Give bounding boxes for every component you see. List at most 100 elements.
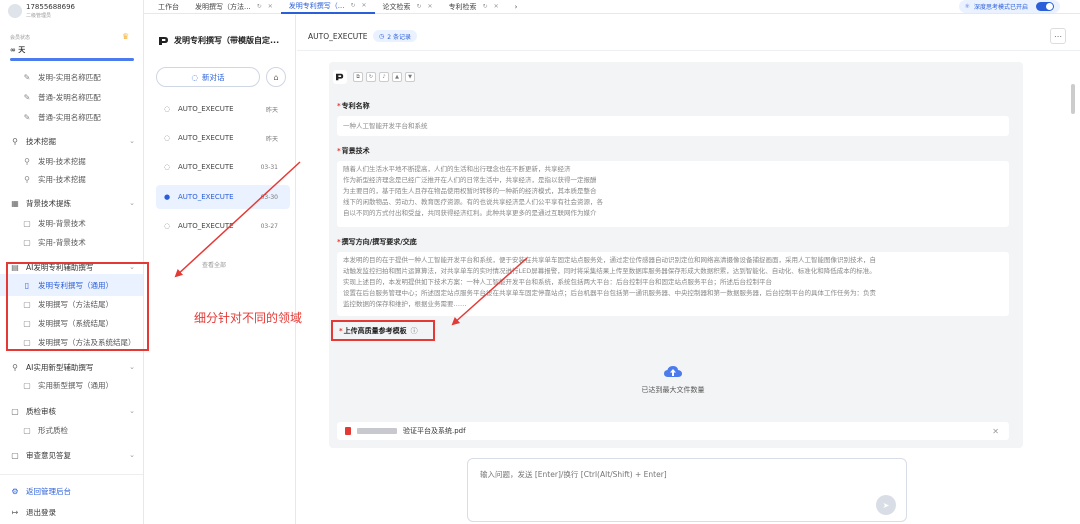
record-count-badge[interactable]: ◷ 2 条记录 xyxy=(373,30,417,42)
patent-name-field[interactable]: 一种人工智能开发平台和系统 xyxy=(337,116,1009,136)
conversation-date: 昨天 xyxy=(265,106,278,114)
chat-bubble-icon: ● xyxy=(164,193,171,201)
deep-think-icon: ⚛ xyxy=(964,3,970,10)
pen-icon: ✎ xyxy=(23,92,31,102)
sidebar-item-label: 普通-发明名称匹配 xyxy=(38,92,101,102)
patent-name-label: *专利名称 xyxy=(337,101,370,111)
background-field[interactable]: 随着人们生活水平地不断提高，人们的生活和出行理念也在不断更新，共享经济 作为新型… xyxy=(337,161,1009,227)
more-options-button[interactable]: ⋯ xyxy=(1050,28,1066,44)
user-phone: 17855688696 xyxy=(26,3,75,11)
chevron-right-icon: › xyxy=(514,2,518,11)
sidebar-item[interactable]: ▢ 实用新型撰写（通用） xyxy=(0,374,143,396)
chat-input[interactable] xyxy=(480,469,860,489)
sidebar-group-tech-mining[interactable]: ⚲ 技术挖掘 ⌄ xyxy=(0,130,143,152)
sidebar-item-label: 发明撰写（系统结尾） xyxy=(38,318,113,328)
sidebar-item[interactable]: ▢ 发明撰写（方法及系统结尾） xyxy=(0,331,143,353)
sidebar-item-label: 发明撰写（方法及系统结尾） xyxy=(38,337,136,347)
tab-invention-method[interactable]: 发明撰写（方法... ↻ ✕ xyxy=(187,0,281,14)
sidebar-item[interactable]: ▢ 实用-背景技术 xyxy=(0,231,143,253)
tab-scroll-right[interactable]: › xyxy=(507,0,526,14)
sidebar-item-label: 发明撰写（方法结尾） xyxy=(38,299,113,309)
help-icon[interactable]: ⓘ xyxy=(411,326,418,336)
sidebar-item[interactable]: ⚲ 实用-技术挖掘 xyxy=(0,168,143,190)
refresh-icon[interactable]: ↻ xyxy=(417,3,422,10)
close-icon[interactable]: ✕ xyxy=(268,3,273,10)
refresh-icon[interactable]: ↻ xyxy=(350,2,355,9)
sidebar-group-label: AI发明专利辅助撰写 xyxy=(26,262,94,272)
close-icon[interactable]: ✕ xyxy=(992,427,999,436)
sidebar-item[interactable]: ✎ 普通-发明名称匹配 xyxy=(0,86,143,108)
conversation-label: AUTO_EXECUTE xyxy=(178,105,234,113)
chevron-down-icon: ⌄ xyxy=(129,363,135,371)
chat-input-box[interactable]: ➤ xyxy=(467,458,907,522)
conversation-label: AUTO_EXECUTE xyxy=(178,193,234,201)
conversation-item[interactable]: ◌ AUTO_EXECUTE 03-31 xyxy=(156,155,290,179)
background-line: 随着人们生活水平地不断提高，人们的生活和出行理念也在不断更新，共享经济 xyxy=(343,165,571,173)
member-status-value: ∞ 天 xyxy=(10,46,26,54)
document-icon: ▢ xyxy=(23,425,31,435)
ellipsis-icon: ⋯ xyxy=(1054,31,1062,41)
copy-icon[interactable]: ⧉ xyxy=(353,72,363,82)
document-icon: ▢ xyxy=(23,299,31,309)
direction-line: 实现上述目的，本发明提供如下技术方案：一种人工智能开发平台和系统，系统包括两大平… xyxy=(343,278,772,286)
sidebar-group-background[interactable]: ▦ 背景技术提炼 ⌄ xyxy=(0,192,143,214)
sidebar-group-label: AI实用新型辅助撰写 xyxy=(26,362,94,372)
admin-backend-link[interactable]: ⚙ 返回管理后台 xyxy=(0,480,143,502)
direction-label: *撰写方向/撰写要求/交底 xyxy=(337,237,417,247)
refresh-icon[interactable]: ↻ xyxy=(257,3,262,10)
app-logo-icon xyxy=(336,73,344,81)
conversation-item-active[interactable]: ● AUTO_EXECUTE 03-30 xyxy=(156,185,290,209)
upload-template-label: * 上传高质量参考模板 ⓘ xyxy=(331,320,435,341)
annotation-text: 细分针对不同的领域 xyxy=(194,311,303,325)
tab-patent-search[interactable]: 专利检索 ↻ ✕ xyxy=(441,0,507,14)
deep-think-toggle[interactable]: ⚛ 深度思考模式已开启 xyxy=(958,0,1060,13)
refresh-icon[interactable]: ↻ xyxy=(483,3,488,10)
direction-field[interactable]: 本发明的目的在于提供一种人工智能开发平台和系统，便于安装在共享单车固定站点服务处… xyxy=(337,252,1009,316)
user-role: 二级管理员 xyxy=(26,13,52,19)
scrollbar[interactable] xyxy=(1071,84,1075,114)
conversation-date: 昨天 xyxy=(265,135,278,143)
sidebar-group-review[interactable]: ▢ 审查意见答复 ⌄ xyxy=(0,444,143,466)
chat-bubble-icon: ◌ xyxy=(164,105,171,113)
background-label-text: 背景技术 xyxy=(341,147,370,155)
conversation-item[interactable]: ◌ AUTO_EXECUTE 昨天 xyxy=(156,126,290,150)
document-icon: ▤ xyxy=(11,262,19,272)
conversation-item[interactable]: ◌ AUTO_EXECUTE 昨天 xyxy=(156,97,290,121)
sidebar-item[interactable]: ✎ 发明-实用名称匹配 xyxy=(0,66,143,88)
upload-dropzone[interactable]: 已达到最大文件数量 xyxy=(337,345,1009,415)
chat-bubble-icon: ◌ xyxy=(164,134,171,142)
required-mark: * xyxy=(337,102,341,110)
admin-backend-label: 返回管理后台 xyxy=(26,486,71,496)
sidebar-item[interactable]: ▢ 形式质检 xyxy=(0,419,143,441)
background-label: *背景技术 xyxy=(337,146,370,156)
tab-invention-patent[interactable]: 发明专利撰写（... ↻ ✕ xyxy=(280,0,375,14)
refresh-icon[interactable]: ↻ xyxy=(366,72,376,82)
toggle-switch[interactable] xyxy=(1036,2,1054,11)
tab-paper-search[interactable]: 论文检索 ↻ ✕ xyxy=(375,0,441,14)
close-icon[interactable]: ✕ xyxy=(428,3,433,10)
chevron-down-icon: ⌄ xyxy=(129,137,135,145)
conversation-label: AUTO_EXECUTE xyxy=(178,222,234,230)
sidebar-item[interactable]: ✎ 普通-实用名称匹配 xyxy=(0,106,143,128)
tab-workbench[interactable]: 工作台 xyxy=(150,0,187,14)
new-chat-button[interactable]: ◌ 新对话 xyxy=(156,67,260,87)
thumbs-down-icon[interactable]: ▼ xyxy=(405,72,415,82)
send-button[interactable]: ➤ xyxy=(876,495,896,515)
divider xyxy=(0,474,143,475)
speaker-icon[interactable]: ♪ xyxy=(379,72,389,82)
logout-button[interactable]: ↦ 退出登录 xyxy=(0,501,143,523)
document-icon: ▢ xyxy=(11,406,19,416)
close-icon[interactable]: ✕ xyxy=(361,2,366,9)
conversation-item[interactable]: ◌ AUTO_EXECUTE 03-27 xyxy=(156,214,290,238)
home-button[interactable]: ⌂ xyxy=(266,67,286,87)
thumbs-up-icon[interactable]: ▲ xyxy=(392,72,402,82)
sidebar-item-label: 发明-背景技术 xyxy=(38,218,86,228)
background-line: 为主要目的，基于陌生人且存在物品使用权暂时转移的一种新的经济模式，其本质是整合 xyxy=(343,187,597,195)
avatar[interactable] xyxy=(8,4,22,18)
sidebar-group-label: 技术挖掘 xyxy=(26,136,56,146)
close-icon[interactable]: ✕ xyxy=(494,3,499,10)
view-all-link[interactable]: 查看全部 xyxy=(202,260,226,269)
uploaded-file-row[interactable]: 验证平台及系统.pdf ✕ xyxy=(337,422,1009,440)
main-header: AUTO_EXECUTE ◷ 2 条记录 ⋯ xyxy=(297,15,1080,51)
clock-icon: ◷ xyxy=(379,32,385,40)
